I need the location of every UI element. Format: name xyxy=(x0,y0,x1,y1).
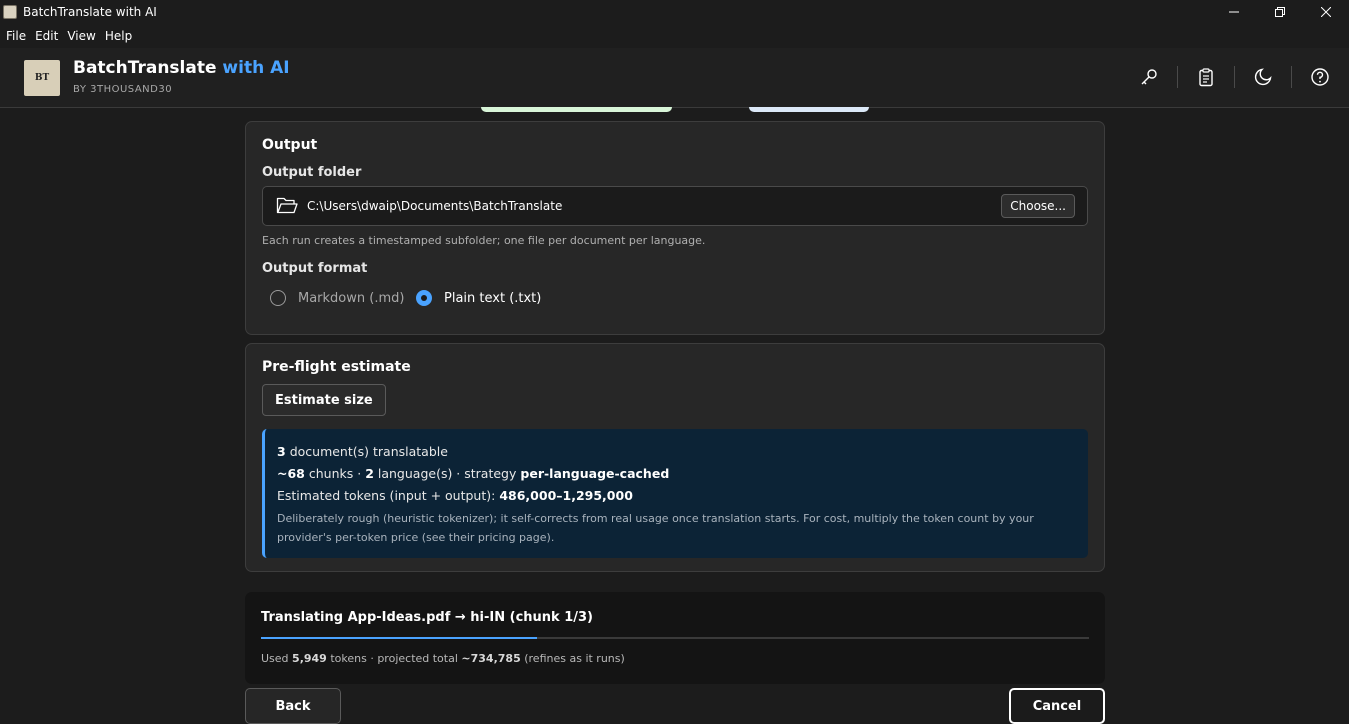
token-usage: Used 5,949 tokens · projected total ~734… xyxy=(261,652,625,665)
menu-help[interactable]: Help xyxy=(105,29,132,43)
cancel-button[interactable]: Cancel xyxy=(1009,688,1105,724)
estimate-result: 3 document(s) translatable ~68 chunks · … xyxy=(262,429,1088,558)
progress-title: Translating App-Ideas.pdf → hi-IN (chunk… xyxy=(261,610,594,625)
close-button[interactable] xyxy=(1303,0,1349,24)
folder-icon xyxy=(276,197,298,214)
output-folder-path: C:\Users\dwaip\Documents\BatchTranslate xyxy=(307,199,563,213)
minimize-icon xyxy=(1229,11,1239,13)
title-bar: BatchTranslate with AI xyxy=(0,0,1349,24)
output-format-label: Output format xyxy=(262,261,368,276)
back-button[interactable]: Back xyxy=(245,688,341,724)
window-title: BatchTranslate with AI xyxy=(23,5,157,19)
choose-folder-button[interactable]: Choose... xyxy=(1001,194,1075,218)
radio-markdown[interactable] xyxy=(270,290,286,306)
radio-plain-text[interactable] xyxy=(416,290,432,306)
maximize-button[interactable] xyxy=(1257,0,1303,24)
key-icon xyxy=(1141,69,1157,85)
format-option-plain-text[interactable]: Plain text (.txt) xyxy=(416,290,541,306)
header-toolbar xyxy=(1138,66,1331,88)
scrolled-badge-green xyxy=(481,107,672,112)
help-button[interactable] xyxy=(1309,66,1331,88)
toolbar-divider xyxy=(1177,66,1178,88)
progress-card: Translating App-Ideas.pdf → hi-IN (chunk… xyxy=(245,592,1105,684)
restore-icon xyxy=(1275,7,1285,17)
menu-edit[interactable]: Edit xyxy=(35,29,58,43)
progress-bar-fill xyxy=(261,637,537,639)
clipboard-button[interactable] xyxy=(1195,66,1217,88)
app-logo: BT xyxy=(24,60,60,96)
menu-file[interactable]: File xyxy=(6,29,26,43)
menu-bar: File Edit View Help xyxy=(0,24,1349,48)
progress-bar xyxy=(261,637,1089,639)
estimate-tokens-line: Estimated tokens (input + output): 486,0… xyxy=(277,488,633,503)
help-icon xyxy=(1311,68,1329,86)
estimate-title: Pre-flight estimate xyxy=(262,359,411,375)
app-brand: BatchTranslate with AI xyxy=(73,58,290,78)
format-markdown-label: Markdown (.md) xyxy=(298,290,405,306)
estimate-card: Pre-flight estimate Estimate size 3 docu… xyxy=(245,343,1105,572)
estimate-size-button[interactable]: Estimate size xyxy=(262,384,386,416)
output-title: Output xyxy=(262,137,318,153)
clipboard-icon xyxy=(1199,68,1213,87)
menu-view[interactable]: View xyxy=(67,29,95,43)
app-header: BT BatchTranslate with AI BY 3THOUSAND30 xyxy=(0,48,1349,108)
output-folder-field[interactable]: C:\Users\dwaip\Documents\BatchTranslate … xyxy=(262,186,1088,226)
app-byline: BY 3THOUSAND30 xyxy=(73,84,173,95)
estimate-doc-line: 3 document(s) translatable xyxy=(277,444,448,459)
toolbar-divider xyxy=(1234,66,1235,88)
format-plain-text-label: Plain text (.txt) xyxy=(444,290,542,306)
toolbar-divider xyxy=(1291,66,1292,88)
api-key-button[interactable] xyxy=(1138,66,1160,88)
output-folder-label: Output folder xyxy=(262,165,362,180)
minimize-button[interactable] xyxy=(1211,0,1257,24)
app-icon xyxy=(3,5,17,19)
output-folder-hint: Each run creates a timestamped subfolder… xyxy=(262,234,706,247)
close-icon xyxy=(1321,7,1331,17)
moon-icon xyxy=(1254,68,1272,86)
format-option-markdown[interactable]: Markdown (.md) xyxy=(270,290,404,306)
window-controls xyxy=(1211,0,1349,24)
output-card: Output Output folder C:\Users\dwaip\Docu… xyxy=(245,121,1105,335)
estimate-note: Deliberately rough (heuristic tokenizer)… xyxy=(277,512,1034,544)
scrolled-badge-blue xyxy=(749,107,869,112)
estimate-chunk-line: ~68 chunks · 2 language(s) · strategy pe… xyxy=(277,466,670,481)
theme-toggle-button[interactable] xyxy=(1252,66,1274,88)
